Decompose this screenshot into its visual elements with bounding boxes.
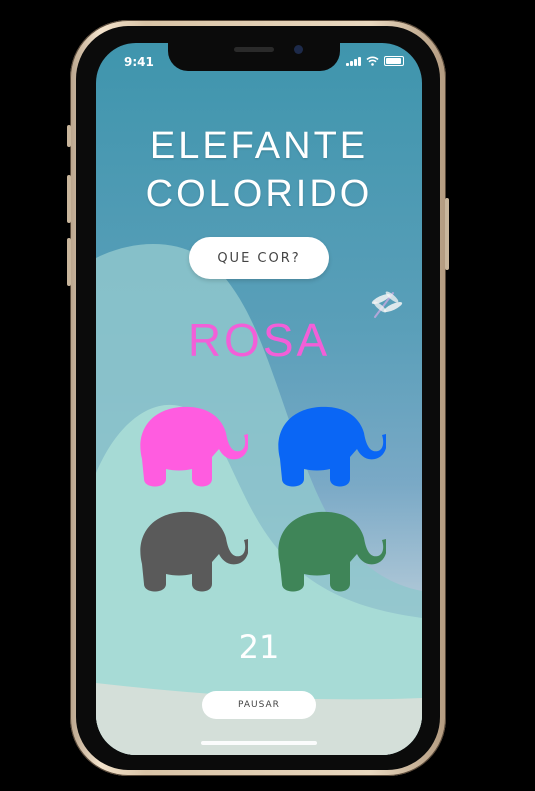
status-time: 9:41 (124, 55, 154, 69)
earpiece-speaker (234, 47, 274, 52)
game-title-line2: COLORIDO (145, 173, 373, 215)
game-screen: 9:41 ELEFANTE COLORIDO QUE COR? ROSA 21 … (96, 43, 422, 755)
notch (168, 43, 340, 71)
status-icons (346, 56, 404, 66)
pause-button[interactable]: PAUSAR (202, 691, 316, 719)
game-title-line1: ELEFANTE (149, 125, 369, 167)
mute-switch (67, 125, 71, 147)
elephant-pink-button[interactable] (132, 399, 248, 491)
volume-down-button (67, 238, 71, 286)
elephant-green-button[interactable] (270, 504, 386, 596)
volume-up-button (67, 175, 71, 223)
signal-icon (346, 56, 361, 66)
question-button[interactable]: QUE COR? (189, 237, 329, 279)
wifi-icon (366, 56, 379, 66)
elephant-blue-button[interactable] (270, 399, 386, 491)
countdown-timer: 21 (238, 628, 280, 666)
power-button (445, 198, 449, 270)
battery-icon (384, 56, 404, 66)
home-indicator (201, 741, 317, 745)
front-camera (294, 45, 303, 54)
target-color-word: ROSA (187, 314, 331, 366)
elephant-gray-button[interactable] (132, 504, 248, 596)
